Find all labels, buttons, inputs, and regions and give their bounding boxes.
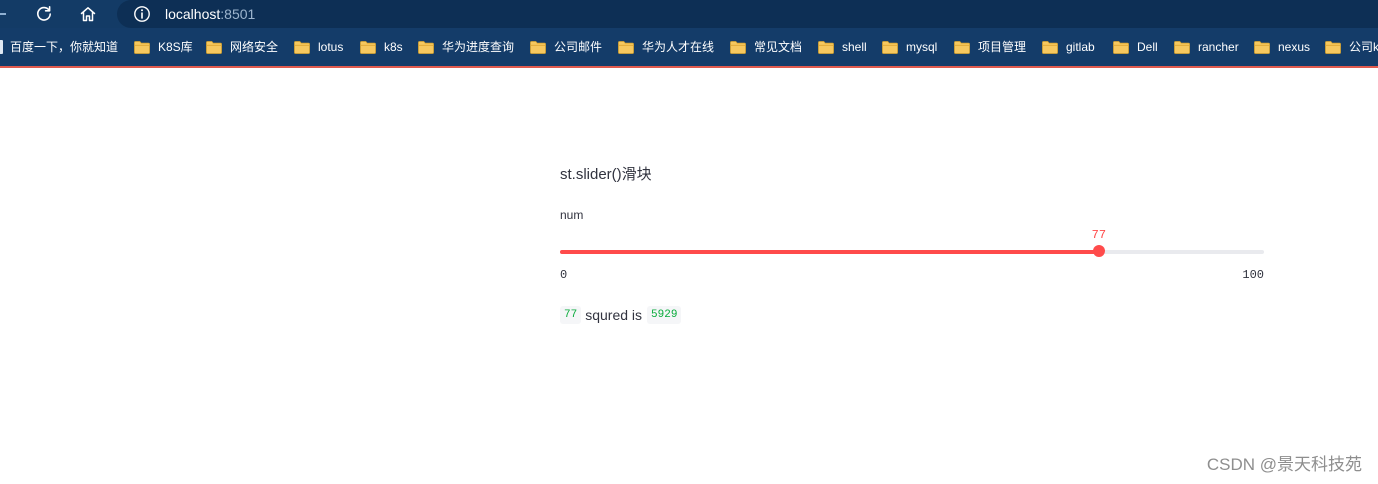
url-host: localhost xyxy=(165,6,221,22)
folder-icon xyxy=(530,40,546,54)
bookmark-k8s-lib[interactable]: K8S库 xyxy=(134,38,193,56)
watermark: CSDN @景天科技苑 xyxy=(1206,455,1362,474)
folder-icon xyxy=(1042,40,1058,54)
folder-icon xyxy=(954,40,970,54)
bookmark-nexus[interactable]: nexus xyxy=(1254,38,1310,56)
bookmark-label: 网络安全 xyxy=(230,40,279,54)
bookmarks-bar: 百度一下，你就知道 K8S库 网络安全 lotus k8s 华为进度查询 公司邮… xyxy=(0,28,1378,66)
bookmark-baidu[interactable]: 百度一下，你就知道 xyxy=(10,38,118,56)
site-info-icon[interactable] xyxy=(133,5,151,23)
slider-max-label: 100 xyxy=(1242,268,1264,282)
bookmark-label: rancher xyxy=(1198,40,1239,54)
browser-toolbar: localhost:8501 xyxy=(0,0,1378,28)
bookmark-k8s[interactable]: k8s xyxy=(360,38,403,56)
folder-icon xyxy=(1254,40,1270,54)
back-button-edge[interactable] xyxy=(0,13,6,15)
slider-min-label: 0 xyxy=(560,268,568,282)
bookmark-label: shell xyxy=(842,40,867,54)
squared-value-code: 5929 xyxy=(647,306,682,324)
input-value-code: 77 xyxy=(560,306,582,324)
folder-icon xyxy=(134,40,150,54)
home-button[interactable] xyxy=(76,2,100,26)
bookmark-label: k8s xyxy=(384,40,403,54)
folder-icon xyxy=(1113,40,1129,54)
bookmark-label: 公司邮件 xyxy=(554,40,603,54)
bookmark-label: gitlab xyxy=(1066,40,1095,54)
bookmark-network-security[interactable]: 网络安全 xyxy=(206,38,278,56)
slider-label: num xyxy=(560,208,584,222)
folder-icon xyxy=(294,40,310,54)
bookmark-label: 项目管理 xyxy=(978,40,1027,54)
bookmark-label: nexus xyxy=(1278,40,1311,54)
home-icon xyxy=(80,7,96,22)
result-text: squred is xyxy=(585,307,643,323)
folder-icon xyxy=(1174,40,1190,54)
reload-icon xyxy=(37,6,51,21)
bookmark-company-k[interactable]: 公司k xyxy=(1325,38,1378,56)
folder-icon xyxy=(1325,40,1341,54)
page-icon xyxy=(0,40,3,54)
bookmark-label: lotus xyxy=(318,40,344,54)
bookmark-project-mgmt[interactable]: 项目管理 xyxy=(954,38,1026,56)
bookmark-huawei-progress[interactable]: 华为进度查询 xyxy=(418,38,514,56)
bookmark-company-mail[interactable]: 公司邮件 xyxy=(530,38,602,56)
slider-thumb[interactable] xyxy=(1092,245,1105,257)
folder-icon xyxy=(418,40,434,54)
bookmarks-bar-border xyxy=(0,66,1378,68)
bookmark-mysql[interactable]: mysql xyxy=(882,38,937,56)
address-bar[interactable]: localhost:8501 xyxy=(117,0,1378,28)
bookmark-label: 华为人才在线 xyxy=(642,40,715,54)
bookmark-huawei-talent[interactable]: 华为人才在线 xyxy=(618,38,714,56)
reload-button[interactable] xyxy=(32,2,56,26)
bookmark-label: 华为进度查询 xyxy=(442,40,515,54)
bookmark-label: mysql xyxy=(906,40,938,54)
bookmark-label: 百度一下，你就知道 xyxy=(10,40,119,54)
folder-icon xyxy=(882,40,898,54)
slider-track-fill xyxy=(560,250,1099,254)
folder-icon xyxy=(206,40,222,54)
folder-icon xyxy=(618,40,634,54)
url-port: :8501 xyxy=(220,6,256,22)
slider-track[interactable] xyxy=(560,250,1264,254)
bookmark-label: Dell xyxy=(1137,40,1158,54)
bookmark-rancher[interactable]: rancher xyxy=(1174,38,1239,56)
folder-icon xyxy=(818,40,834,54)
num-slider[interactable]: 77 0 100 xyxy=(560,226,1264,286)
bookmark-lotus[interactable]: lotus xyxy=(294,38,343,56)
bookmark-dell[interactable]: Dell xyxy=(1113,38,1158,56)
result-line: 77 squred is 5929 xyxy=(560,304,682,326)
bookmark-label: K8S库 xyxy=(158,40,193,54)
bookmark-shell[interactable]: shell xyxy=(818,38,867,56)
bookmark-label: 常见文档 xyxy=(754,40,803,54)
url-text[interactable]: localhost:8501 xyxy=(165,6,255,22)
folder-icon xyxy=(730,40,746,54)
page-title: st.slider()滑块 xyxy=(560,166,652,183)
bookmark-label: 公司k xyxy=(1349,40,1378,54)
folder-icon xyxy=(360,40,376,54)
bookmark-common-docs[interactable]: 常见文档 xyxy=(730,38,802,56)
slider-value-label: 77 xyxy=(1091,228,1107,242)
bookmark-gitlab[interactable]: gitlab xyxy=(1042,38,1095,56)
